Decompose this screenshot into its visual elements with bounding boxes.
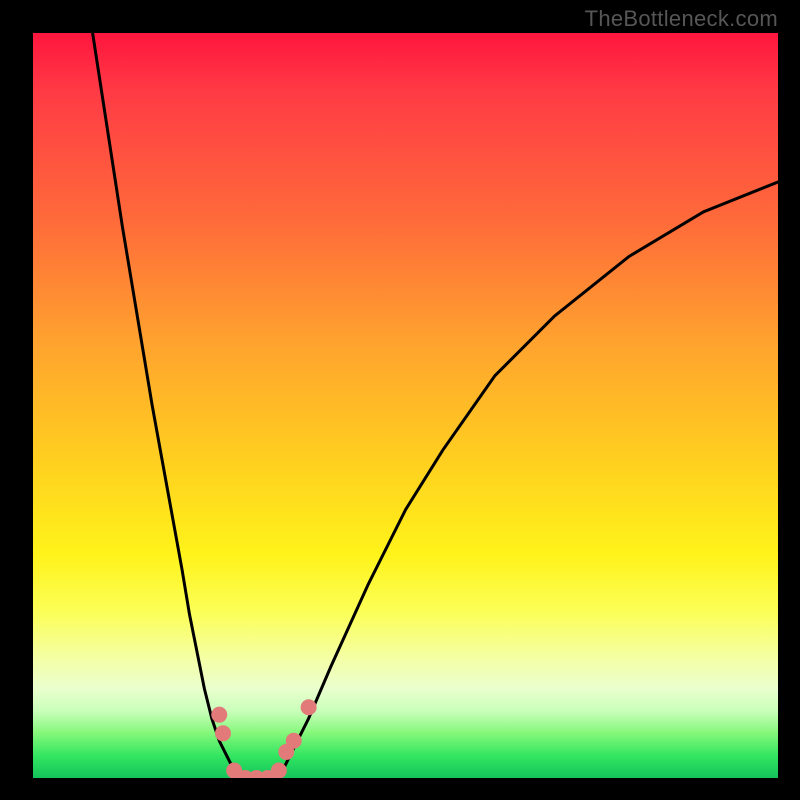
chart-svg: [33, 33, 778, 778]
bottleneck-curve: [93, 33, 778, 778]
data-point-marker: [271, 763, 287, 778]
data-point-marker: [286, 733, 302, 749]
data-point-marker: [215, 725, 231, 741]
data-markers: [211, 699, 316, 778]
plot-area: [33, 33, 778, 778]
outer-frame: TheBottleneck.com: [0, 0, 800, 800]
data-point-marker: [211, 707, 227, 723]
watermark-text: TheBottleneck.com: [585, 6, 778, 32]
data-point-marker: [301, 699, 317, 715]
bottleneck-curve-path: [93, 33, 778, 778]
